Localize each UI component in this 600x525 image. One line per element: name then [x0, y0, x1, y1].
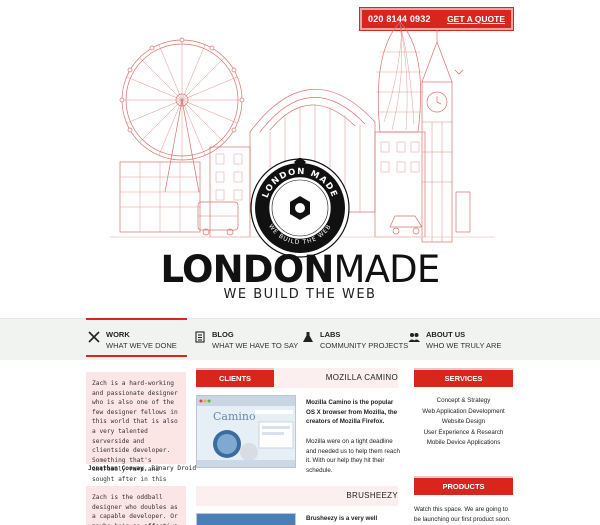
brand-wordmark: LONDONMADE — [0, 251, 600, 288]
camino-screenshot[interactable]: Camino — [196, 395, 296, 468]
cite-name: Jonathan Conway — [88, 465, 144, 472]
nav-item-about-us[interactable]: ABOUT US WHO WE TRULY ARE — [408, 330, 501, 350]
nav-item-subtitle: COMMUNITY PROJECTS — [320, 341, 409, 350]
flask-icon — [303, 332, 313, 342]
nav-active-indicator-bottom — [86, 355, 187, 357]
people-icon — [408, 333, 420, 342]
camino-title-text: Camino — [213, 410, 256, 423]
nav-item-title: BLOG — [212, 330, 234, 339]
clients-tab[interactable]: CLIENTS — [196, 368, 274, 387]
testimonial-quote: Zach is the oddball designer who doubles… — [86, 486, 186, 525]
services-tab[interactable]: SERVICES — [414, 368, 513, 387]
client-name-mozilla-camino[interactable]: MOZILLA CAMINO — [326, 373, 398, 382]
brand-light: MADE — [333, 248, 441, 291]
client-description: Mozilla were on a tight deadline and nee… — [306, 438, 400, 474]
testimonial-quote: Zach is a hard-working and passionate de… — [86, 372, 186, 493]
client-description-bold: Brusheezy is a very well — [306, 514, 400, 524]
client1-bold-text: Mozilla Camino is the popular OS X brows… — [306, 399, 398, 426]
services-list: Concept & Strategy Web Application Devel… — [414, 396, 513, 449]
nav-active-indicator-top — [86, 318, 187, 320]
brand-tagline: WE BUILD THE WEB — [223, 287, 377, 302]
tools-icon — [88, 331, 100, 343]
service-item[interactable]: User Experience & Research — [414, 428, 513, 439]
nav-item-subtitle: WHAT WE HAVE TO SAY — [212, 341, 299, 350]
nav-item-title: ABOUT US — [426, 330, 466, 339]
products-tab[interactable]: PRODUCTS — [414, 476, 513, 495]
nav-item-blog[interactable]: BLOG WHAT WE HAVE TO SAY — [194, 330, 298, 350]
service-item[interactable]: Concept & Strategy — [414, 396, 513, 407]
service-item[interactable]: Mobile Device Applications — [414, 438, 513, 449]
nav-item-subtitle: WHO WE TRULY ARE — [426, 341, 502, 350]
nav-item-title: LABS — [320, 330, 341, 339]
nav-item-title: WORK — [106, 330, 130, 339]
notepad-icon — [195, 331, 205, 343]
client-description-bold: Mozilla Camino is the popular OS X brows… — [306, 398, 400, 427]
brand-bold: LONDON — [160, 248, 335, 291]
products-description: Watch this space. We are going to be lau… — [414, 506, 511, 523]
london-eye — [119, 37, 245, 193]
client-name-brusheezy[interactable]: BRUSHEEZY — [346, 491, 398, 500]
nav-item-subtitle: WHAT WE'VE DONE — [106, 341, 177, 350]
cite-company: , Binary Droid — [143, 465, 197, 472]
london-made-badge: LONDON MADE WE BUILD THE WEB — [250, 158, 350, 258]
testimonial-cite: Jonathan Conway, Binary Droid — [88, 465, 196, 472]
service-item[interactable]: Website Design — [414, 417, 513, 428]
nav-item-labs[interactable]: LABS COMMUNITY PROJECTS — [302, 330, 408, 350]
brusheezy-screenshot[interactable] — [196, 513, 296, 525]
service-item[interactable]: Web Application Development — [414, 407, 513, 418]
nav-item-work[interactable]: WORK WHAT WE'VE DONE — [88, 330, 177, 350]
client2-bold-text: Brusheezy is a very well — [306, 515, 378, 522]
